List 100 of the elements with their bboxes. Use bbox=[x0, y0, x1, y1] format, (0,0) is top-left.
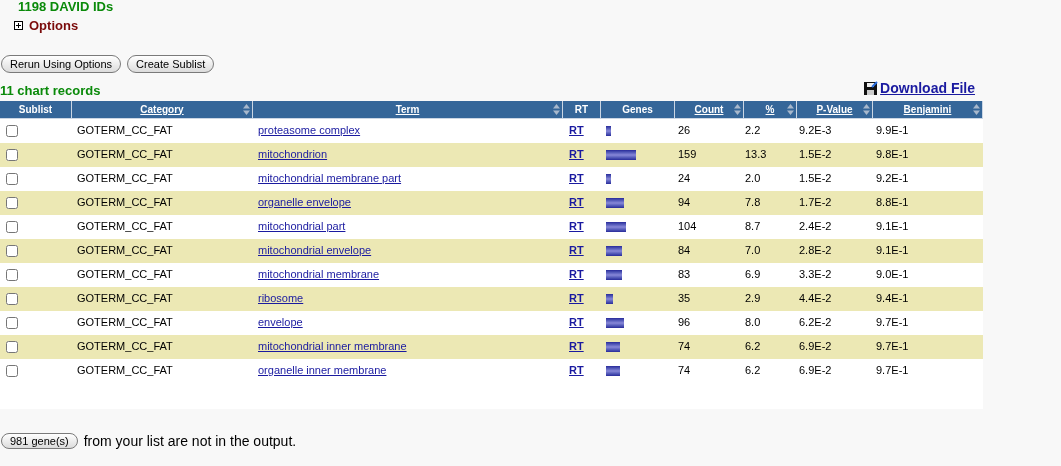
genes-bar[interactable] bbox=[606, 317, 625, 328]
rt-link[interactable]: RT bbox=[569, 292, 584, 305]
term-link[interactable]: mitochondrion bbox=[258, 148, 328, 161]
percent-cell: 2.9 bbox=[745, 292, 761, 305]
count-cell: 96 bbox=[678, 316, 691, 329]
genes-bar[interactable] bbox=[606, 293, 613, 304]
percent-cell: 6.9 bbox=[745, 268, 761, 281]
term-link[interactable]: organelle envelope bbox=[258, 196, 351, 209]
genes-bar[interactable] bbox=[606, 341, 620, 352]
benjamini-cell: 9.7E-1 bbox=[876, 340, 909, 353]
genes-bar[interactable] bbox=[606, 173, 611, 184]
term-link[interactable]: mitochondrial envelope bbox=[258, 244, 372, 257]
rt-link[interactable]: RT bbox=[569, 268, 584, 281]
rt-link[interactable]: RT bbox=[569, 124, 584, 137]
genes-bar[interactable] bbox=[606, 269, 622, 280]
percent-cell: 8.7 bbox=[745, 220, 761, 233]
sublist-checkbox[interactable] bbox=[6, 197, 18, 210]
column-header[interactable]: Category bbox=[72, 100, 253, 118]
not-in-output-text: from your list are not in the output. bbox=[83, 431, 297, 451]
rt-link[interactable]: RT bbox=[569, 244, 584, 257]
count-cell: 104 bbox=[678, 220, 697, 233]
genes-count-button[interactable]: 981 gene(s) bbox=[1, 433, 78, 449]
sublist-checkbox[interactable] bbox=[6, 149, 18, 162]
sort-icon[interactable] bbox=[734, 103, 741, 115]
download-file-link[interactable]: Download File bbox=[880, 77, 975, 99]
rt-link[interactable]: RT bbox=[569, 172, 584, 185]
term-link[interactable]: mitochondrial membrane part bbox=[258, 172, 402, 185]
records-count: 11 chart records bbox=[0, 82, 101, 99]
benjamini-cell: 8.8E-1 bbox=[876, 196, 909, 209]
percent-cell: 8.0 bbox=[745, 316, 761, 329]
category-cell: GOTERM_CC_FAT bbox=[77, 220, 173, 233]
benjamini-cell: 9.2E-1 bbox=[876, 172, 909, 185]
sort-icon[interactable] bbox=[973, 103, 980, 115]
benjamini-cell: 9.4E-1 bbox=[876, 292, 909, 305]
sublist-checkbox[interactable] bbox=[6, 221, 18, 234]
genes-bar[interactable] bbox=[606, 245, 622, 256]
sublist-checkbox[interactable] bbox=[6, 173, 18, 186]
category-cell: GOTERM_CC_FAT bbox=[77, 340, 173, 353]
rt-link[interactable]: RT bbox=[569, 196, 584, 209]
p-value-cell: 3.3E-2 bbox=[799, 268, 832, 281]
category-cell: GOTERM_CC_FAT bbox=[77, 268, 173, 281]
count-cell: 84 bbox=[678, 244, 691, 257]
rt-link[interactable]: RT bbox=[569, 340, 584, 353]
percent-cell: 2.0 bbox=[745, 172, 761, 185]
benjamini-cell: 9.7E-1 bbox=[876, 316, 909, 329]
rt-link[interactable]: RT bbox=[569, 220, 584, 233]
genes-bar[interactable] bbox=[606, 149, 636, 160]
options-link[interactable]: Options bbox=[29, 16, 79, 36]
sublist-checkbox[interactable] bbox=[6, 245, 18, 258]
column-header: Genes bbox=[601, 100, 675, 118]
p-value-cell: 6.9E-2 bbox=[799, 364, 832, 377]
sort-icon[interactable] bbox=[787, 103, 794, 115]
term-link[interactable]: proteasome complex bbox=[258, 124, 361, 137]
column-header[interactable]: Benjamini bbox=[873, 100, 983, 118]
action-button[interactable]: Create Sublist bbox=[127, 54, 215, 73]
column-header: Sublist bbox=[0, 100, 72, 118]
count-cell: 74 bbox=[678, 364, 691, 377]
count-cell: 94 bbox=[678, 196, 691, 209]
percent-cell: 6.2 bbox=[745, 340, 761, 353]
rt-link[interactable]: RT bbox=[569, 364, 584, 377]
sort-icon[interactable] bbox=[553, 103, 560, 115]
term-link[interactable]: mitochondrial membrane bbox=[258, 268, 380, 281]
genes-bar[interactable] bbox=[606, 221, 626, 232]
term-link[interactable]: mitochondrial inner membrane bbox=[258, 340, 407, 353]
sublist-checkbox[interactable] bbox=[6, 365, 18, 378]
rt-link[interactable]: RT bbox=[569, 316, 584, 329]
genes-bar[interactable] bbox=[606, 365, 620, 376]
benjamini-cell: 9.1E-1 bbox=[876, 220, 909, 233]
sublist-checkbox[interactable] bbox=[6, 293, 18, 306]
p-value-cell: 1.5E-2 bbox=[799, 148, 832, 161]
term-link[interactable]: mitochondrial part bbox=[258, 220, 346, 233]
david-ids-count: 1198 DAVID IDs bbox=[18, 0, 114, 14]
p-value-cell: 4.4E-2 bbox=[799, 292, 832, 305]
count-cell: 159 bbox=[678, 148, 697, 161]
genes-bar[interactable] bbox=[606, 125, 611, 136]
term-link[interactable]: envelope bbox=[258, 316, 303, 329]
rt-link[interactable]: RT bbox=[569, 148, 584, 161]
p-value-cell: 6.9E-2 bbox=[799, 340, 832, 353]
sort-icon[interactable] bbox=[243, 103, 250, 115]
term-link[interactable]: organelle inner membrane bbox=[258, 364, 387, 377]
p-value-cell: 6.2E-2 bbox=[799, 316, 832, 329]
column-header[interactable]: Count bbox=[675, 100, 744, 118]
category-cell: GOTERM_CC_FAT bbox=[77, 172, 173, 185]
sublist-checkbox[interactable] bbox=[6, 125, 18, 138]
column-header[interactable]: P-Value bbox=[797, 100, 873, 118]
sublist-checkbox[interactable] bbox=[6, 341, 18, 354]
genes-bar[interactable] bbox=[606, 197, 624, 208]
count-cell: 24 bbox=[678, 172, 691, 185]
category-cell: GOTERM_CC_FAT bbox=[77, 364, 173, 377]
sublist-checkbox[interactable] bbox=[6, 269, 18, 282]
expand-icon[interactable] bbox=[14, 21, 23, 31]
column-header[interactable]: % bbox=[744, 100, 797, 118]
term-link[interactable]: ribosome bbox=[258, 292, 304, 305]
category-cell: GOTERM_CC_FAT bbox=[77, 124, 173, 137]
sort-icon[interactable] bbox=[863, 103, 870, 115]
column-header[interactable]: Term bbox=[253, 100, 563, 118]
action-button[interactable]: Rerun Using Options bbox=[1, 54, 122, 73]
p-value-cell: 2.8E-2 bbox=[799, 244, 832, 257]
sublist-checkbox[interactable] bbox=[6, 317, 18, 330]
benjamini-cell: 9.9E-1 bbox=[876, 124, 909, 137]
